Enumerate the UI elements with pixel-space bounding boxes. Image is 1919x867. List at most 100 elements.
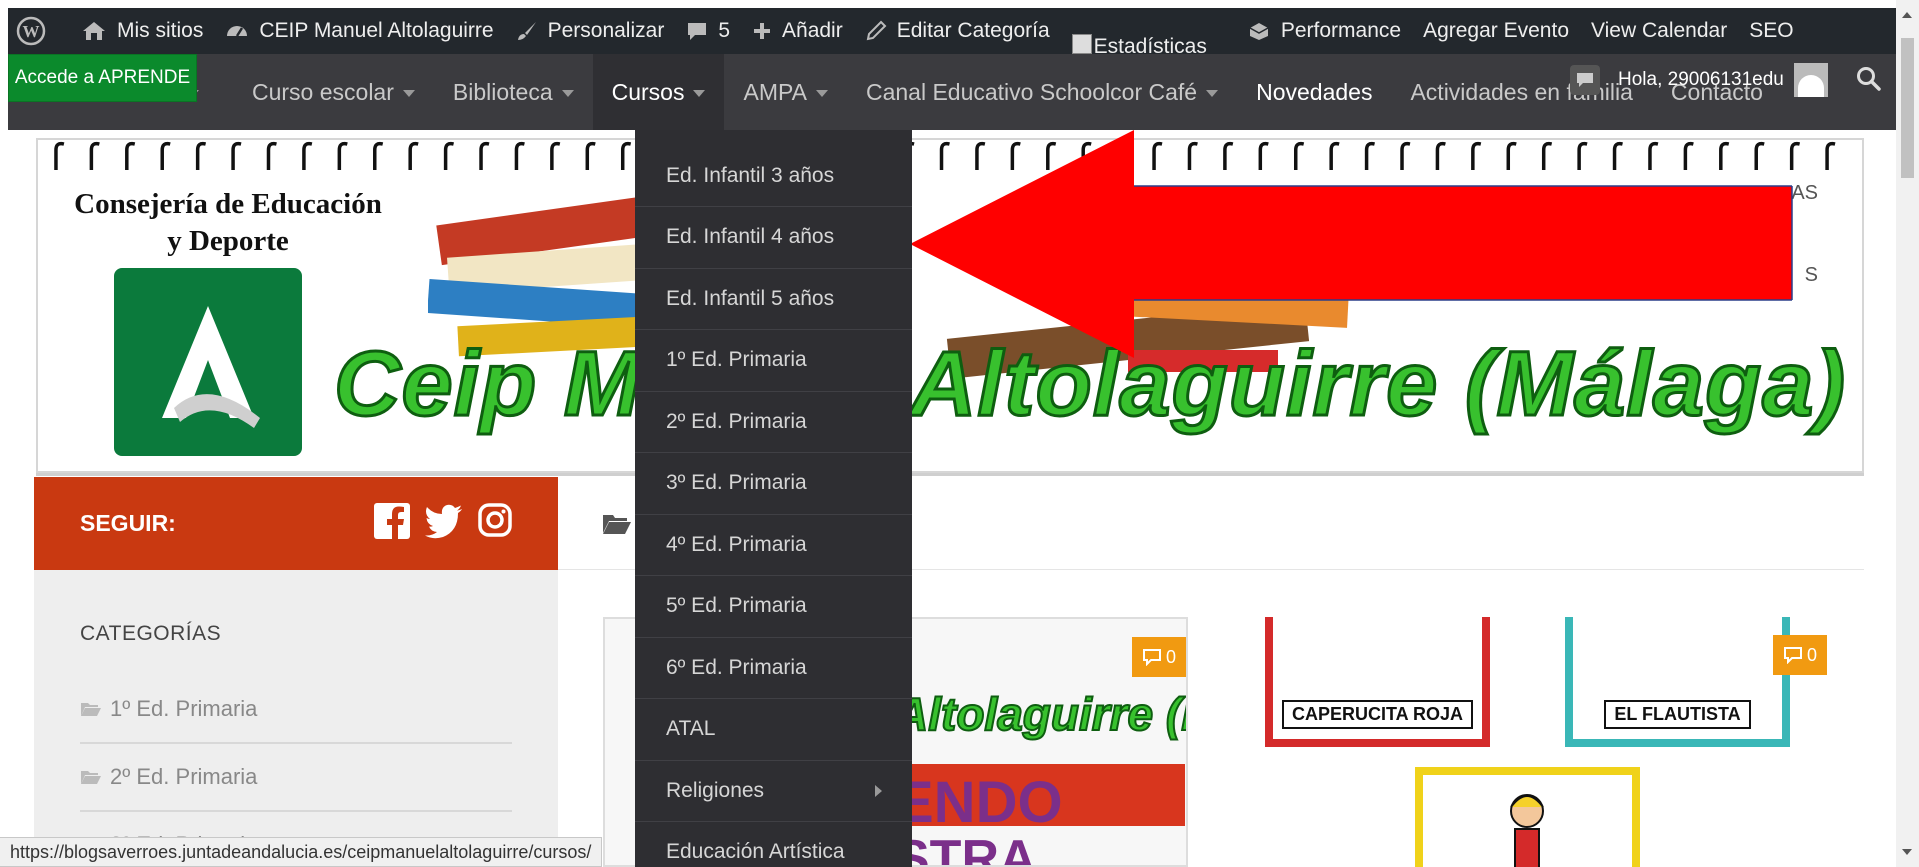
customize-button[interactable]: Personalizar bbox=[505, 8, 676, 54]
instagram-icon[interactable] bbox=[478, 503, 512, 537]
performance-icon bbox=[1249, 23, 1269, 40]
menu-item-label: Religiones bbox=[666, 778, 765, 802]
scroll-up-arrow-icon[interactable] bbox=[1902, 12, 1912, 18]
comments-count: 5 bbox=[718, 19, 731, 42]
comment-icon bbox=[688, 23, 707, 40]
menu-item-label: 1º Ed. Primaria bbox=[666, 348, 807, 372]
banner-fragment-2: S bbox=[1804, 264, 1818, 286]
menu-item-primaria-4[interactable]: 4º Ed. Primaria bbox=[635, 515, 912, 576]
thumbnail-text: STRA bbox=[895, 830, 1037, 867]
menu-item-atal[interactable]: ATAL bbox=[635, 699, 912, 761]
nav-item-cursos[interactable]: Cursos bbox=[592, 54, 725, 130]
social-links bbox=[374, 503, 512, 539]
menu-item-religiones[interactable]: Religiones bbox=[635, 761, 912, 822]
my-sites-label: Mis sitios bbox=[117, 19, 204, 42]
category-item[interactable]: 1º Ed. Primaria bbox=[80, 676, 512, 744]
broken-image-icon bbox=[1071, 34, 1092, 54]
nav-item-label: Biblioteca bbox=[452, 78, 553, 105]
menu-item-infantil-5[interactable]: Ed. Infantil 5 años bbox=[635, 269, 912, 330]
wordpress-logo-button[interactable]: W bbox=[8, 8, 70, 54]
follow-label: SEGUIR: bbox=[80, 510, 176, 536]
add-event-label: Agregar Evento bbox=[1423, 19, 1570, 42]
categories-title: CATEGORÍAS bbox=[80, 622, 222, 645]
menu-item-educacion-artistica[interactable]: Educación Artística bbox=[635, 822, 912, 867]
nav-item-novedades[interactable]: Novedades bbox=[1237, 54, 1391, 130]
menu-item-label: 2º Ed. Primaria bbox=[666, 409, 807, 433]
search-icon[interactable] bbox=[1856, 66, 1882, 92]
consejeria-line1: Consejería de Educación bbox=[74, 188, 382, 220]
category-item[interactable]: 2º Ed. Primaria bbox=[80, 744, 512, 812]
nav-item-ampa[interactable]: AMPA bbox=[724, 54, 846, 130]
story-card-caperucita: CAPERUCITA ROJA bbox=[1265, 617, 1490, 747]
customize-label: Personalizar bbox=[547, 19, 665, 42]
edit-category-label: Editar Categoría bbox=[896, 19, 1050, 42]
status-url: https://blogsaverroes.juntadeandalucia.e… bbox=[10, 841, 592, 862]
menu-item-label: 5º Ed. Primaria bbox=[666, 594, 807, 618]
story-card-label: CAPERUCITA ROJA bbox=[1281, 700, 1473, 729]
thumbnail-title: Altolaguirre (Málaga) bbox=[894, 687, 1186, 741]
add-new-label: Añadir bbox=[782, 19, 843, 42]
nav-item-curso-escolar[interactable]: Curso escolar bbox=[233, 54, 434, 130]
edit-category-button[interactable]: Editar Categoría bbox=[854, 8, 1061, 54]
aprende-label: Accede a APRENDE bbox=[14, 67, 191, 88]
add-new-button[interactable]: Añadir bbox=[741, 8, 854, 54]
my-sites-button[interactable]: Mis sitios bbox=[70, 8, 214, 54]
pencil-icon bbox=[866, 20, 887, 41]
menu-item-label: 3º Ed. Primaria bbox=[666, 471, 807, 495]
view-calendar-button[interactable]: View Calendar bbox=[1580, 8, 1738, 54]
folder-icon bbox=[81, 703, 101, 716]
story-card-flautista: EL FLAUTISTA bbox=[1565, 617, 1790, 747]
menu-item-label: Ed. Infantil 3 años bbox=[666, 163, 835, 187]
nav-item-label: Curso escolar bbox=[252, 78, 394, 105]
dashboard-icon bbox=[227, 26, 248, 37]
menu-item-primaria-5[interactable]: 5º Ed. Primaria bbox=[635, 576, 912, 638]
chevron-down-icon bbox=[561, 90, 574, 97]
vertical-scrollbar[interactable] bbox=[1896, 0, 1919, 867]
category-label: 1º Ed. Primaria bbox=[110, 696, 258, 721]
comment-count-badge[interactable]: 0 bbox=[1131, 637, 1186, 677]
menu-item-label: Educación Artística bbox=[666, 840, 845, 864]
thumbnail-text: ENDO bbox=[895, 770, 1063, 835]
site-name-button[interactable]: CEIP Manuel Altolaguirre bbox=[214, 8, 504, 54]
user-greeting: Hola, 29006131edu bbox=[1618, 69, 1784, 90]
scrollbar-thumb[interactable] bbox=[1901, 38, 1914, 178]
wordpress-icon: W bbox=[16, 16, 46, 46]
menu-item-primaria-6[interactable]: 6º Ed. Primaria bbox=[635, 638, 912, 699]
site-name-label: CEIP Manuel Altolaguirre bbox=[259, 19, 494, 42]
story-card bbox=[1415, 767, 1640, 867]
performance-button[interactable]: Performance bbox=[1236, 8, 1412, 54]
nav-item-biblioteca[interactable]: Biblioteca bbox=[434, 54, 593, 130]
menu-item-primaria-1[interactable]: 1º Ed. Primaria bbox=[635, 330, 912, 392]
menu-item-primaria-3[interactable]: 3º Ed. Primaria bbox=[635, 453, 912, 515]
menu-item-infantil-3[interactable]: Ed. Infantil 3 años bbox=[635, 145, 912, 207]
facebook-icon[interactable] bbox=[374, 503, 410, 539]
chevron-down-icon bbox=[815, 90, 828, 97]
aprende-button[interactable]: Accede a APRENDE bbox=[8, 54, 197, 102]
performance-label: Performance bbox=[1280, 19, 1402, 42]
category-label: 2º Ed. Primaria bbox=[110, 764, 258, 789]
comment-icon bbox=[1784, 647, 1802, 664]
browser-status-bar: https://blogsaverroes.juntadeandalucia.e… bbox=[0, 837, 603, 867]
menu-item-label: ATAL bbox=[666, 717, 716, 741]
stats-button[interactable]: Estadísticas bbox=[1061, 8, 1218, 58]
my-sites-icon bbox=[83, 22, 105, 40]
menu-item-primaria-2[interactable]: 2º Ed. Primaria bbox=[635, 392, 912, 453]
red-arrow-annotation bbox=[910, 130, 1793, 358]
nav-item-canal-educativo[interactable]: Canal Educativo Schoolcor Café bbox=[847, 54, 1237, 130]
svg-text:W: W bbox=[23, 22, 40, 41]
consejeria-line2: y Deporte bbox=[167, 225, 289, 257]
junta-andalucia-logo bbox=[114, 268, 302, 456]
comment-count-badge[interactable]: 0 bbox=[1773, 635, 1828, 675]
folder-icon bbox=[81, 771, 101, 784]
twitter-icon[interactable] bbox=[424, 503, 464, 539]
add-event-button[interactable]: Agregar Evento bbox=[1412, 8, 1580, 54]
chat-icon[interactable] bbox=[1570, 65, 1600, 95]
post-thumbnail[interactable]: CAPERUCITA ROJA EL FLAUTISTA 0 bbox=[1250, 617, 1830, 867]
sidebar: CATEGORÍAS 1º Ed. Primaria 2º Ed. Primar… bbox=[34, 570, 558, 867]
scroll-down-arrow-icon[interactable] bbox=[1902, 849, 1912, 855]
seo-button[interactable]: SEO bbox=[1738, 8, 1804, 54]
story-card-label: EL FLAUTISTA bbox=[1604, 700, 1751, 729]
comments-button[interactable]: 5 bbox=[675, 8, 741, 54]
user-account[interactable]: Hola, 29006131edu bbox=[1570, 62, 1828, 98]
menu-item-infantil-4[interactable]: Ed. Infantil 4 años bbox=[635, 207, 912, 269]
